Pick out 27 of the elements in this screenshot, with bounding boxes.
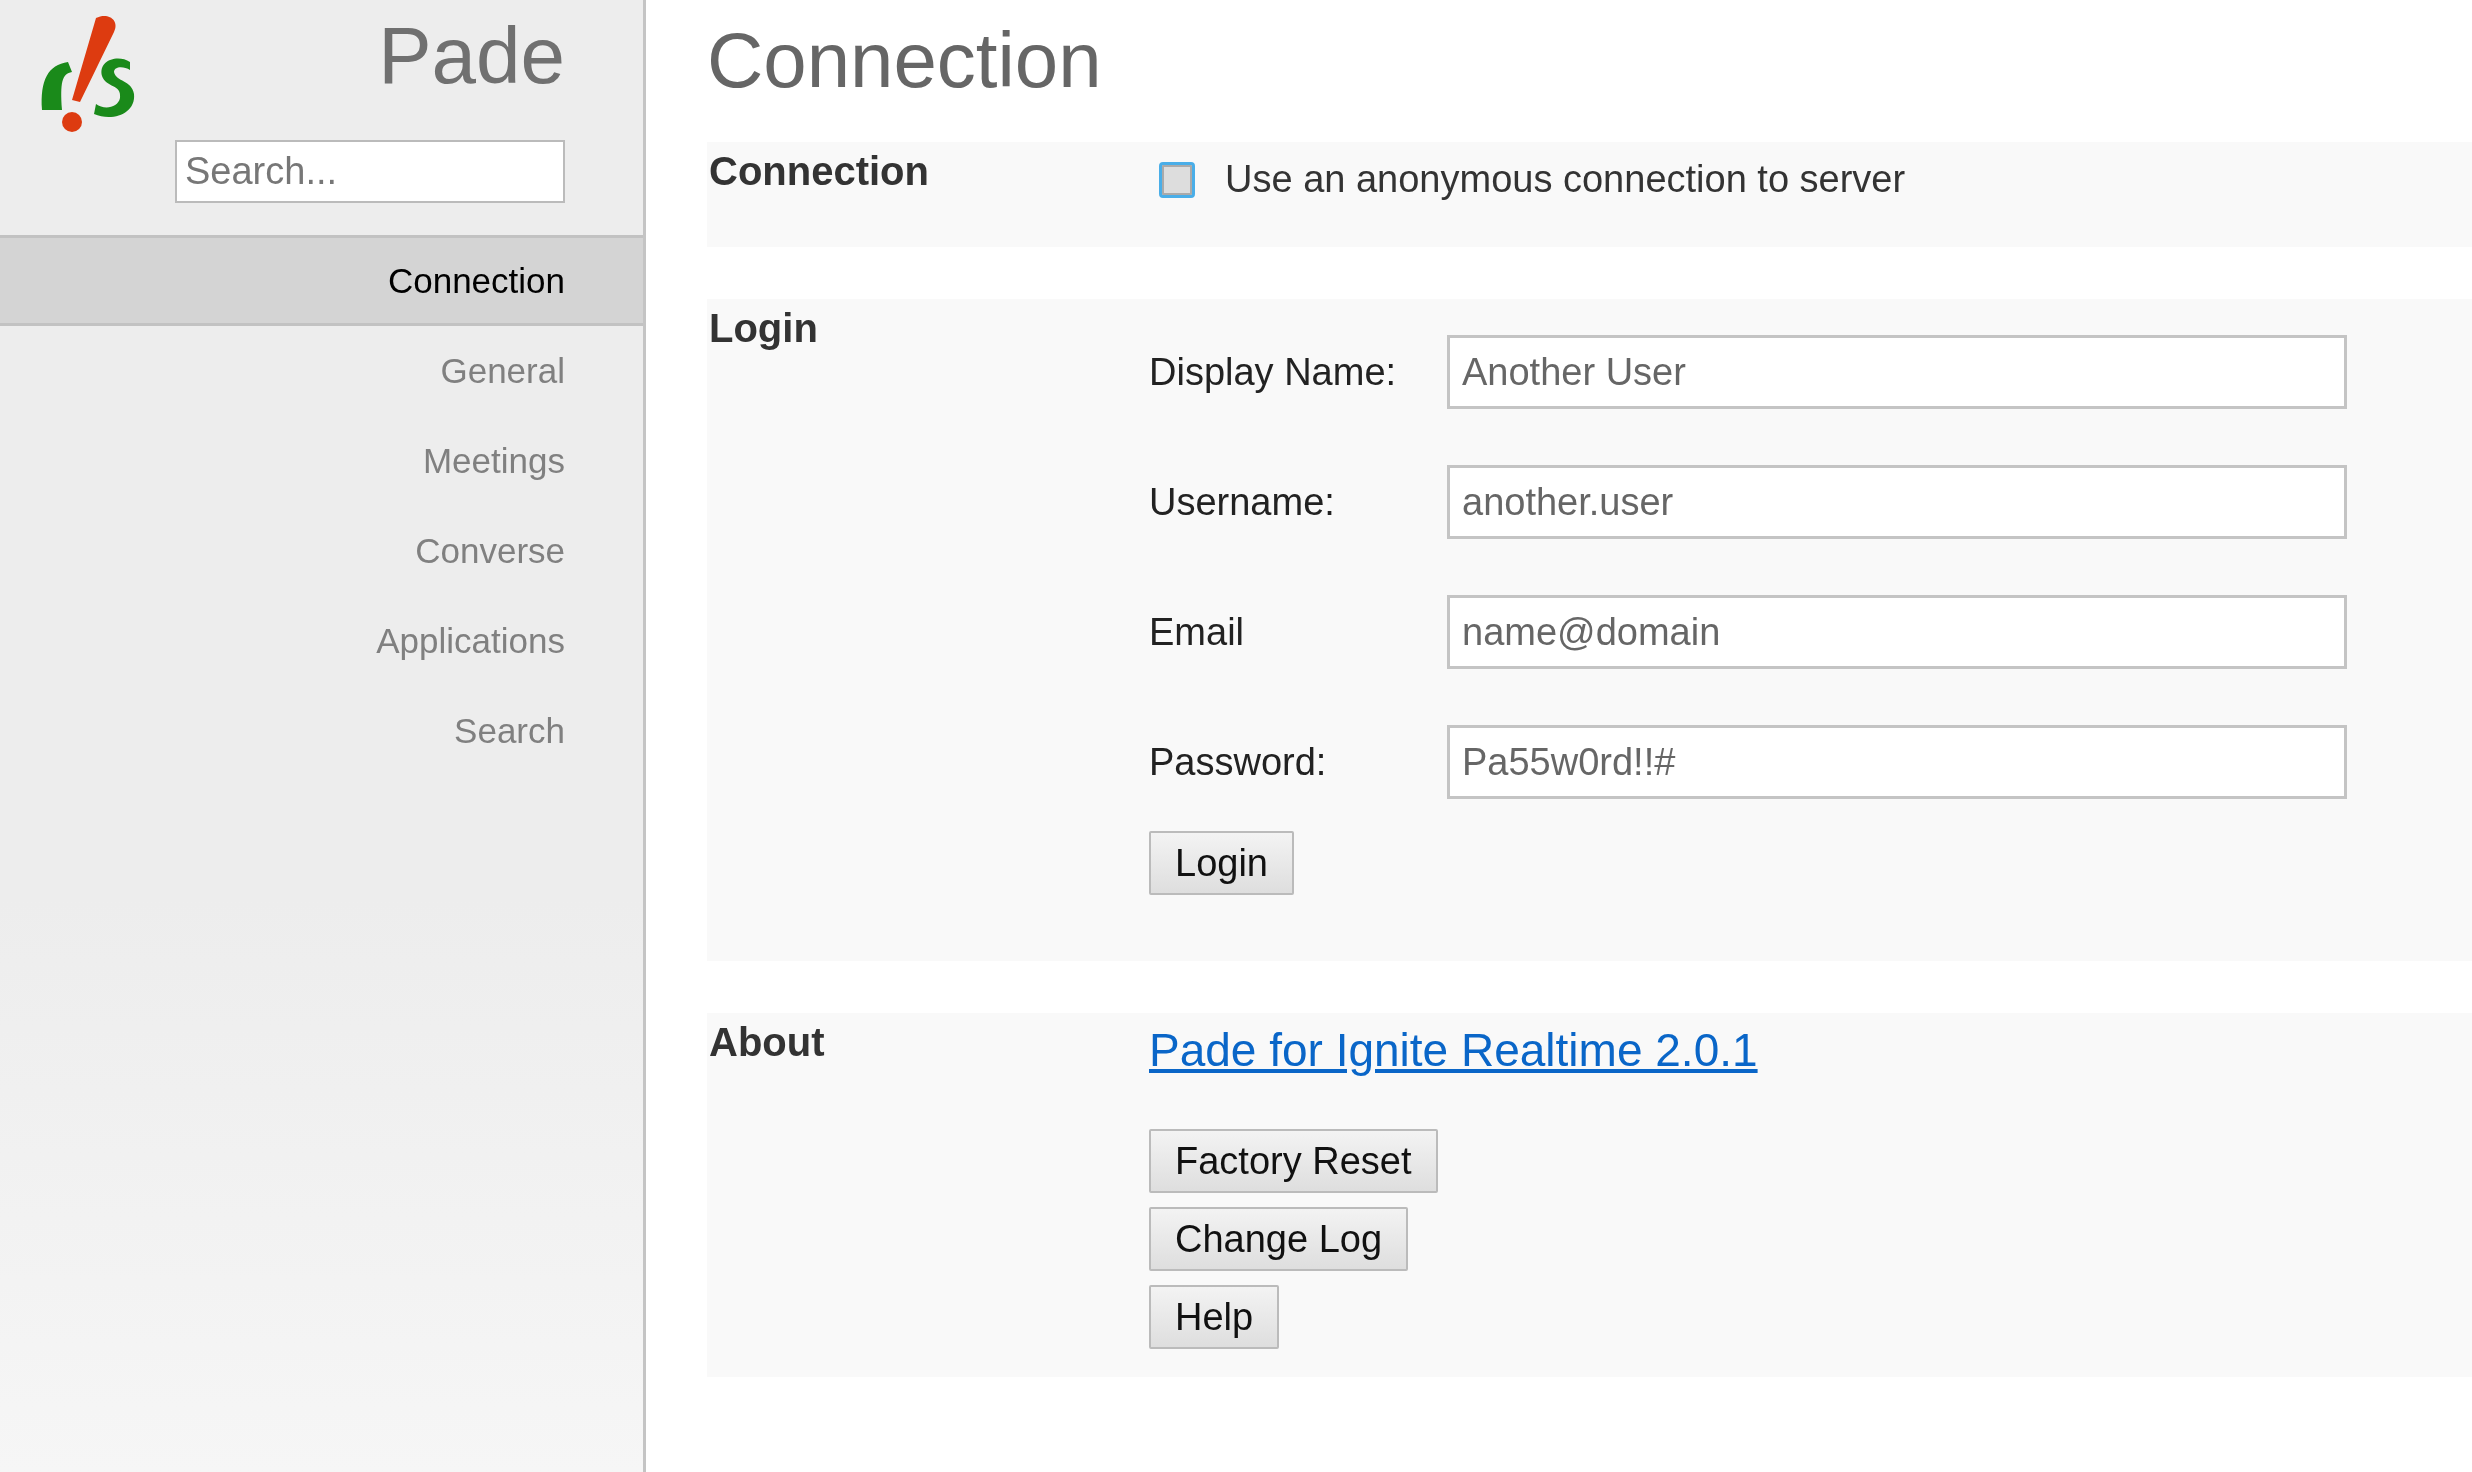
- sidebar-item[interactable]: Meetings: [0, 416, 643, 506]
- sidebar-item[interactable]: Connection: [0, 235, 643, 326]
- section-title: About: [709, 1019, 826, 1066]
- page-title: Connection: [707, 15, 1103, 106]
- section-title: Login: [709, 305, 819, 352]
- input-field[interactable]: Another User: [1447, 335, 2347, 409]
- app-title: Pade: [378, 10, 565, 102]
- section-title: Connection: [709, 148, 930, 195]
- action-button[interactable]: Help: [1149, 1285, 1280, 1349]
- action-button[interactable]: Factory Reset: [1149, 1129, 1438, 1193]
- sidebar-item[interactable]: Applications: [0, 596, 643, 686]
- field-label: Username:: [1149, 480, 1336, 524]
- sidebar-item[interactable]: Converse: [0, 506, 643, 596]
- checkbox[interactable]: [1159, 161, 1195, 198]
- field-label: Email: [1149, 610, 1246, 654]
- action-button[interactable]: Change Log: [1149, 1207, 1409, 1271]
- login-button[interactable]: Login: [1149, 831, 1294, 895]
- sidebar-item[interactable]: Search: [0, 686, 643, 776]
- input-field[interactable]: Pa55w0rd!!#: [1447, 725, 2347, 799]
- field-label: Password:: [1149, 740, 1328, 784]
- version-link[interactable]: Pade for Ignite Realtime 2.0.1: [1149, 1023, 1758, 1077]
- input-field[interactable]: name@domain: [1447, 595, 2347, 669]
- search-field[interactable]: Search...: [175, 140, 565, 203]
- checkbox-label: Use an anonymous connection to server: [1225, 158, 1906, 201]
- sidebar-item[interactable]: General: [0, 326, 643, 416]
- field-label: Display Name:: [1149, 350, 1398, 394]
- input-field[interactable]: another.user: [1447, 465, 2347, 539]
